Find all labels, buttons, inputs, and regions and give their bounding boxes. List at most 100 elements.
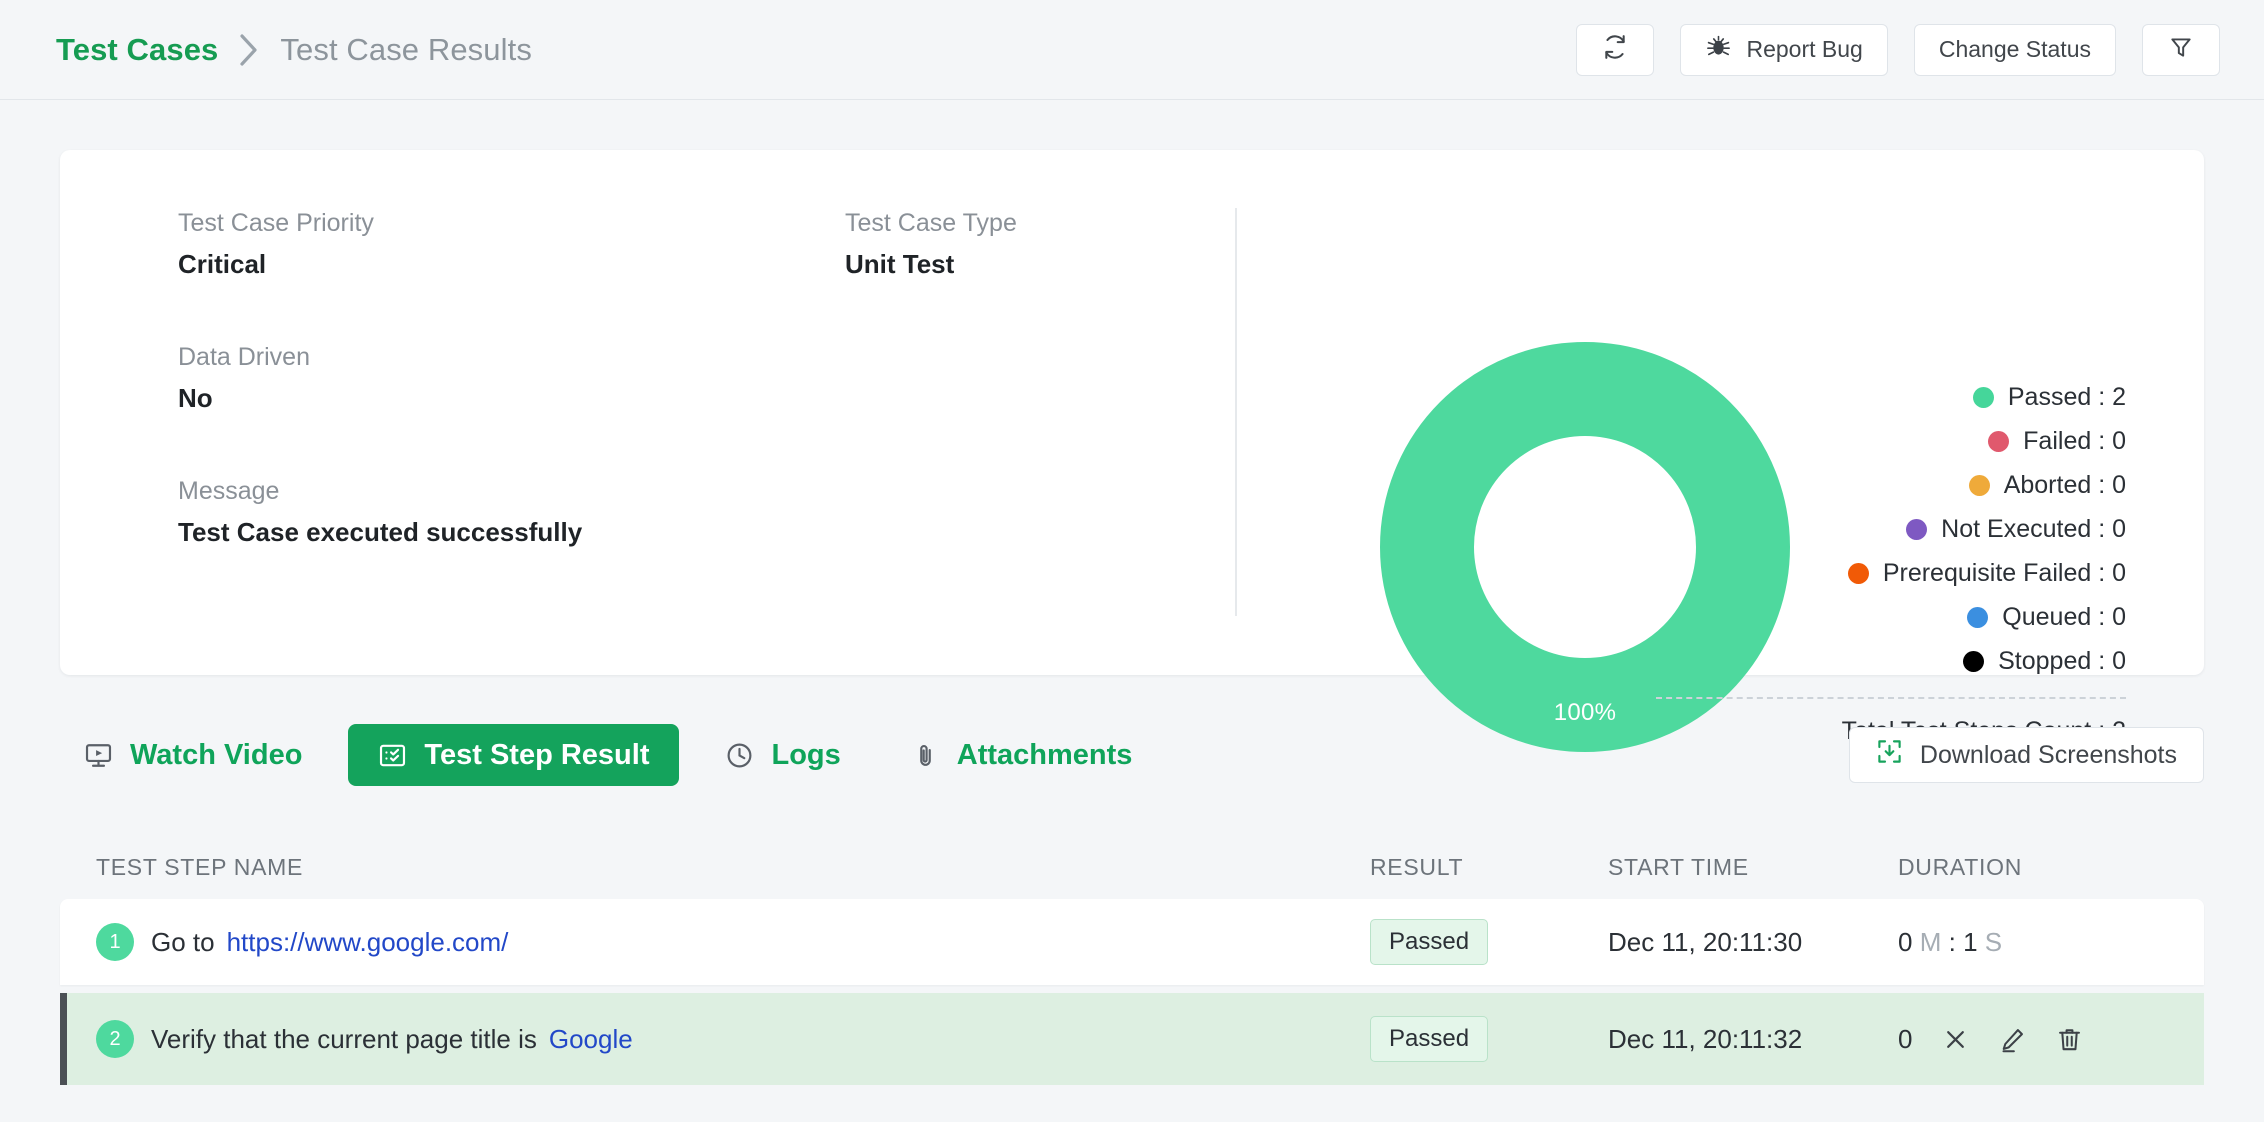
field-value: No bbox=[178, 383, 213, 414]
step-target-link[interactable]: https://www.google.com/ bbox=[227, 927, 509, 958]
download-screenshots-button[interactable]: Download Screenshots bbox=[1848, 727, 2204, 783]
legend-dot-aborted bbox=[1968, 474, 1990, 496]
table-row[interactable]: 1 Go to https://www.google.com/ Passed D… bbox=[60, 899, 2204, 985]
legend-item-prerequisite-failed: Prerequisite Failed : 0 bbox=[1656, 551, 2126, 595]
legend-item-stopped: Stopped : 0 bbox=[1656, 639, 2126, 683]
legend-label: Failed : 0 bbox=[2023, 426, 2126, 455]
chevron-right-icon bbox=[238, 33, 260, 67]
duration-minutes-unit: M bbox=[1919, 926, 1942, 957]
legend-item-failed: Failed : 0 bbox=[1656, 419, 2126, 463]
tab-attachments[interactable]: Attachments bbox=[887, 724, 1157, 786]
summary-card: Test Case Priority Critical Data Driven … bbox=[60, 150, 2204, 752]
step-description: Go to https://www.google.com/ bbox=[151, 927, 508, 958]
tab-label: Watch Video bbox=[130, 738, 303, 771]
edit-icon[interactable] bbox=[1999, 1026, 2026, 1053]
info-column-right: Test Case Type Unit Test bbox=[845, 208, 1017, 280]
legend-label: Aborted : 0 bbox=[2003, 470, 2126, 499]
report-bug-button[interactable]: Report Bug bbox=[1680, 23, 1888, 76]
cell-start-time: Dec 11, 20:11:32 bbox=[1608, 1023, 1803, 1054]
legend-dot-failed bbox=[1988, 430, 2010, 452]
cell-test-step-name: 1 Go to https://www.google.com/ bbox=[96, 923, 1370, 961]
top-header-bar: Test Cases Test Case Results Report Bug … bbox=[0, 0, 2264, 100]
table-header-row: TEST STEP NAME RESULT START TIME DURATIO… bbox=[60, 835, 2204, 899]
legend-label: Prerequisite Failed : 0 bbox=[1882, 558, 2126, 587]
duration-separator: : bbox=[1948, 926, 1956, 957]
cell-test-step-name: 2 Verify that the current page title is … bbox=[96, 1020, 1370, 1058]
field-test-case-priority: Test Case Priority Critical bbox=[178, 208, 582, 280]
step-number-badge: 1 bbox=[96, 923, 134, 961]
field-data-driven: Data Driven No bbox=[178, 342, 582, 414]
download-box-icon bbox=[1876, 738, 1903, 772]
filter-button[interactable] bbox=[2142, 23, 2220, 76]
legend-dot-passed bbox=[1972, 386, 1994, 408]
tab-logs[interactable]: Logs bbox=[701, 724, 864, 786]
step-target-link[interactable]: Google bbox=[549, 1024, 633, 1055]
tab-watch-video[interactable]: Watch Video bbox=[60, 724, 326, 786]
header-actions: Report Bug Change Status bbox=[1576, 23, 2220, 76]
results-tab-bar: Watch Video Test Step Result Logs Attach… bbox=[60, 715, 2204, 795]
refresh-icon bbox=[1602, 34, 1628, 66]
change-status-button[interactable]: Change Status bbox=[1913, 23, 2116, 76]
breadcrumb-test-cases[interactable]: Test Cases bbox=[56, 32, 218, 68]
table-row[interactable]: 2 Verify that the current page title is … bbox=[60, 993, 2204, 1085]
chart-legend: Passed : 2 Failed : 0 Aborted : 0 Not Ex… bbox=[1656, 375, 2126, 746]
tab-label: Test Step Result bbox=[424, 738, 650, 771]
field-label: Data Driven bbox=[178, 343, 310, 372]
status-badge: Passed bbox=[1370, 1016, 1489, 1062]
row-action-group: 0 bbox=[1898, 1024, 2178, 1055]
legend-item-passed: Passed : 2 bbox=[1656, 375, 2126, 419]
legend-item-aborted: Aborted : 0 bbox=[1656, 463, 2126, 507]
column-header-duration: DURATION bbox=[1898, 853, 2023, 880]
cell-result: Passed bbox=[1370, 1016, 1608, 1062]
legend-divider bbox=[1656, 697, 2126, 699]
step-description: Verify that the current page title is Go… bbox=[151, 1024, 633, 1055]
field-label: Test Case Type bbox=[845, 209, 1017, 237]
field-label: Test Case Priority bbox=[178, 209, 374, 237]
legend-label: Stopped : 0 bbox=[1998, 646, 2126, 675]
legend-item-not-executed: Not Executed : 0 bbox=[1656, 507, 2126, 551]
test-steps-table: TEST STEP NAME RESULT START TIME DURATIO… bbox=[60, 835, 2204, 1085]
info-column-left: Test Case Priority Critical Data Driven … bbox=[178, 208, 582, 549]
tab-list: Watch Video Test Step Result Logs Attach… bbox=[60, 724, 1156, 786]
report-bug-label: Report Bug bbox=[1746, 36, 1863, 62]
filter-icon bbox=[2168, 34, 2194, 66]
legend-label: Not Executed : 0 bbox=[1941, 514, 2126, 543]
breadcrumb: Test Cases Test Case Results bbox=[56, 32, 532, 68]
cell-duration-actions: 0 bbox=[1898, 1024, 2178, 1055]
change-status-label: Change Status bbox=[1938, 36, 2091, 62]
legend-label: Passed : 2 bbox=[2007, 382, 2126, 411]
duration-seconds-unit: S bbox=[1984, 926, 2003, 957]
refresh-button[interactable] bbox=[1576, 23, 1655, 76]
card-vertical-divider bbox=[1235, 208, 1237, 616]
breadcrumb-current-page: Test Case Results bbox=[280, 31, 532, 67]
column-header-test-step-name: TEST STEP NAME bbox=[96, 853, 304, 880]
cell-duration: 0 M : 1 S bbox=[1898, 927, 2178, 958]
paperclip-icon bbox=[911, 741, 940, 770]
status-badge: Passed bbox=[1370, 919, 1489, 965]
legend-dot-queued bbox=[1967, 606, 1989, 628]
field-value: Unit Test bbox=[845, 249, 955, 279]
tab-test-step-result[interactable]: Test Step Result bbox=[348, 724, 680, 786]
bug-icon bbox=[1705, 33, 1732, 66]
cell-result: Passed bbox=[1370, 919, 1608, 965]
field-test-case-type: Test Case Type Unit Test bbox=[845, 208, 1017, 280]
checklist-icon bbox=[378, 741, 407, 770]
tab-label: Attachments bbox=[956, 738, 1133, 771]
close-icon[interactable] bbox=[1942, 1026, 1969, 1053]
step-action-text: Go to bbox=[151, 926, 215, 957]
step-number-badge: 2 bbox=[96, 1020, 134, 1058]
monitor-play-icon bbox=[84, 741, 113, 770]
legend-dot-not-executed bbox=[1906, 518, 1928, 540]
column-header-result: RESULT bbox=[1370, 853, 1464, 880]
legend-label: Queued : 0 bbox=[2002, 602, 2126, 631]
cell-start-time: Dec 11, 20:11:30 bbox=[1608, 926, 1803, 957]
field-value: Test Case executed successfully bbox=[178, 517, 583, 548]
field-label: Message bbox=[178, 477, 280, 506]
delete-icon[interactable] bbox=[2056, 1026, 2083, 1053]
column-header-start-time: START TIME bbox=[1608, 853, 1749, 880]
clock-icon bbox=[725, 741, 754, 770]
duration-minutes: 0 bbox=[1898, 926, 1913, 957]
tab-label: Logs bbox=[771, 738, 841, 771]
duration-value: 0 bbox=[1898, 1023, 1913, 1054]
field-value: Critical bbox=[178, 249, 267, 279]
